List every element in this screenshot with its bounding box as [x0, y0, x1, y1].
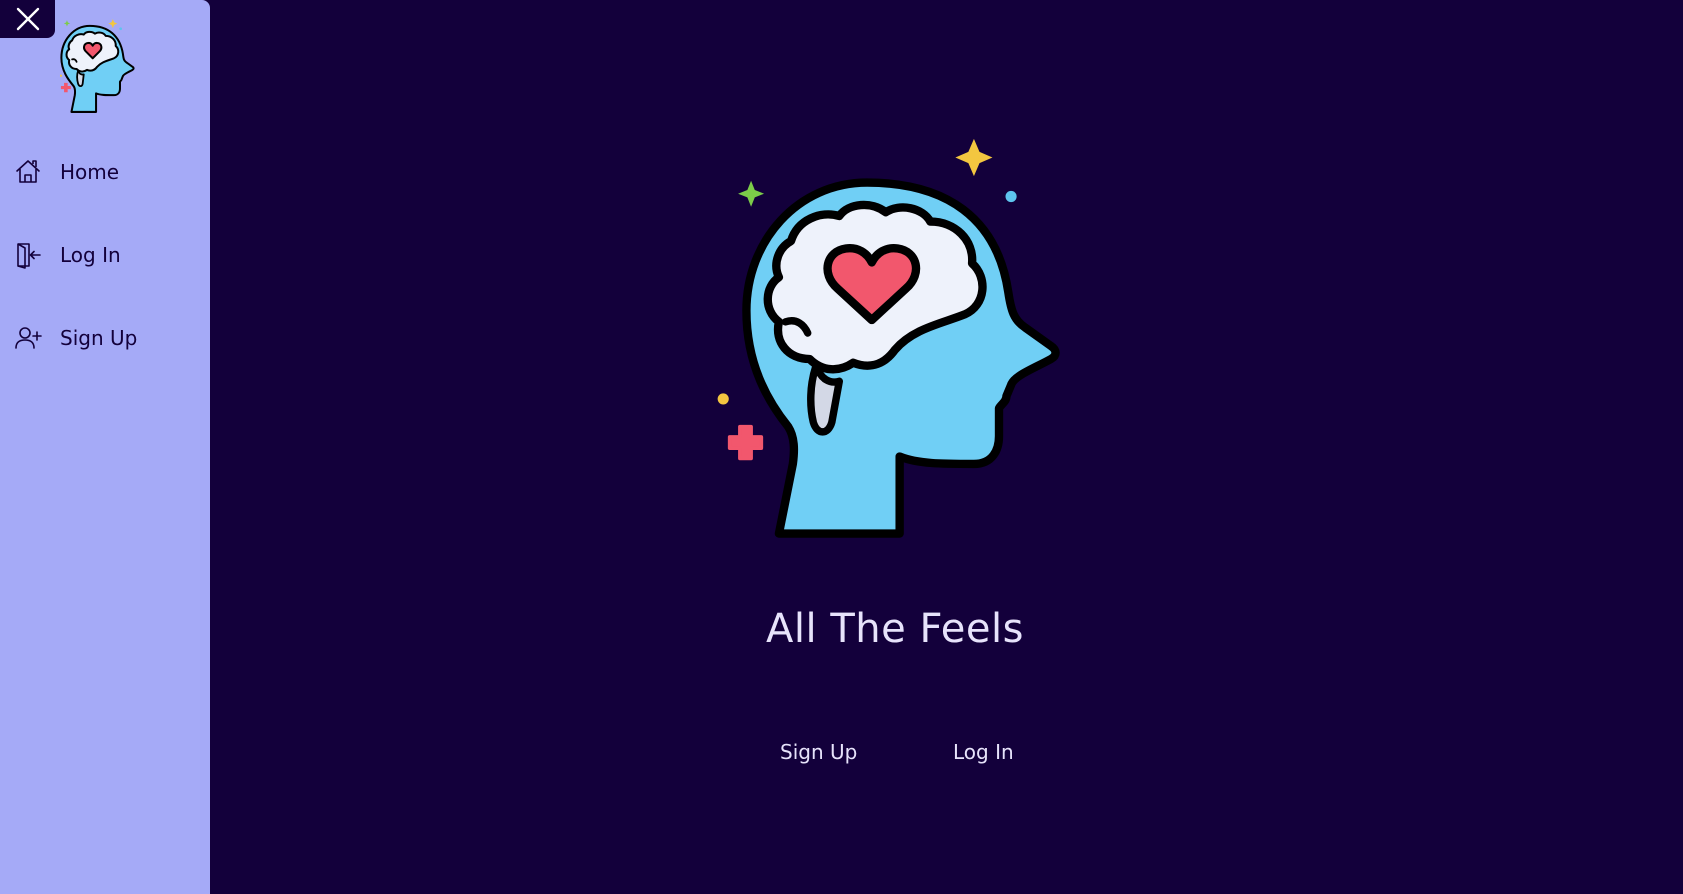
head-brain-heart-icon: [60, 19, 135, 113]
sidebar-item-log-in[interactable]: Log In: [14, 241, 121, 269]
log-in-button[interactable]: Log In: [953, 740, 1014, 764]
sidebar-item-label: Log In: [60, 243, 121, 267]
sign-up-button[interactable]: Sign Up: [780, 740, 857, 764]
sidebar-item-label: Sign Up: [60, 326, 138, 350]
page-title: All The Feels: [766, 606, 1024, 652]
sidebar-item-sign-up[interactable]: Sign Up: [14, 324, 137, 352]
head-brain-heart-icon: [717, 138, 1060, 538]
page: Home Log In Sign Up All The Feels Sign U…: [0, 0, 1683, 894]
sidebar-item-home[interactable]: Home: [14, 158, 119, 186]
sidebar: Home Log In Sign Up: [0, 0, 210, 894]
login-door-icon: [17, 243, 41, 269]
close-sidebar-button[interactable]: [0, 0, 55, 38]
sidebar-item-label: Home: [60, 160, 120, 184]
add-user-icon: [15, 327, 42, 349]
close-icon: [16, 7, 39, 31]
home-icon: [16, 160, 40, 183]
